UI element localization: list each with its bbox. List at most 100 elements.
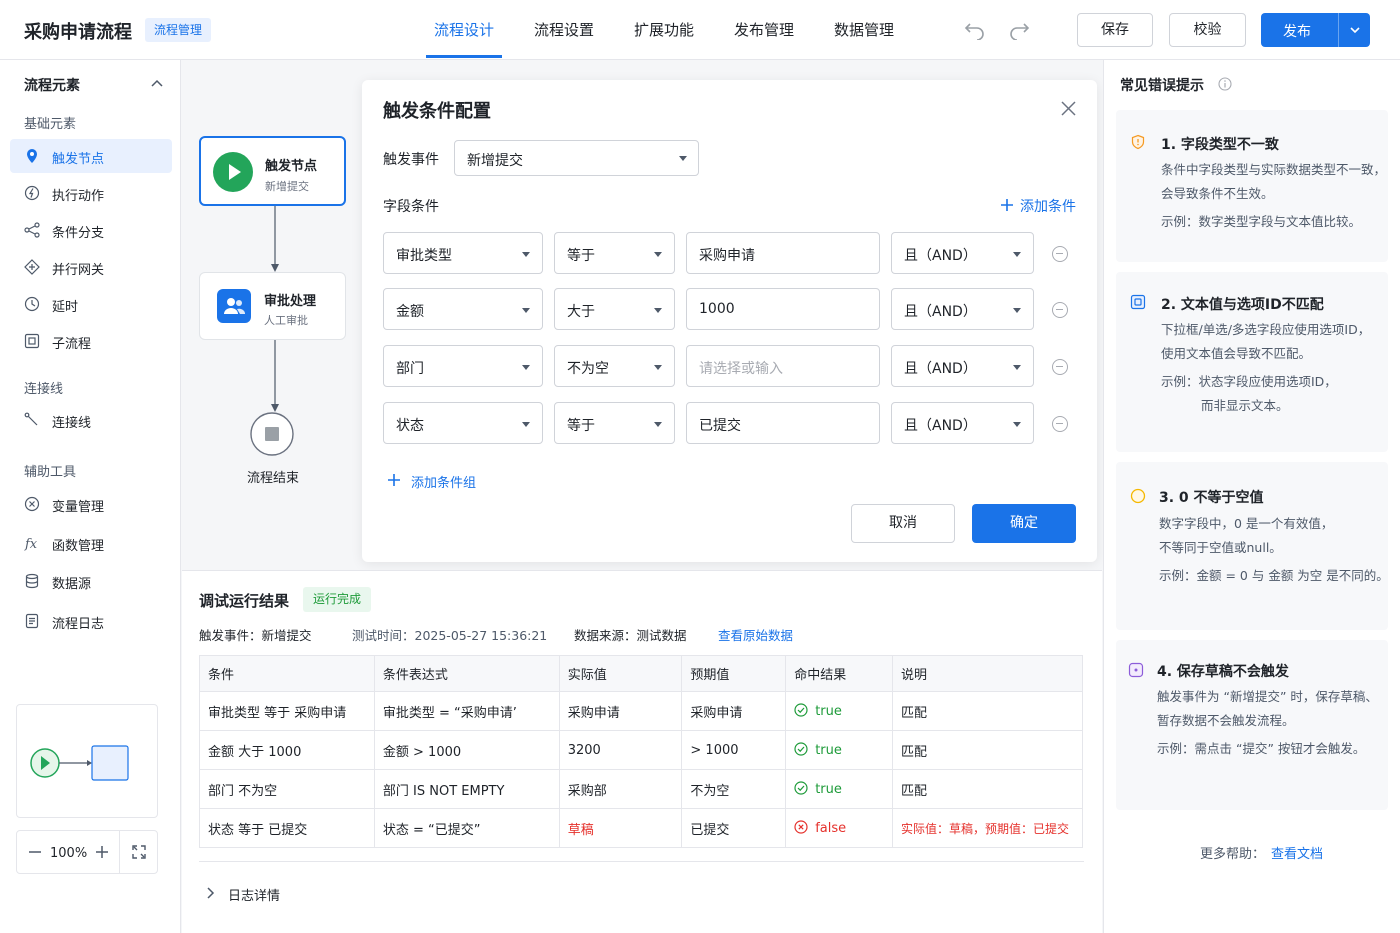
- sidebar-item-parallel-gateway[interactable]: 并行网关: [10, 250, 172, 284]
- cell-actual: 采购部: [558, 769, 683, 809]
- condition-logic-select[interactable]: 且（AND）: [891, 402, 1034, 444]
- sidebar-title: 流程元素: [24, 78, 80, 94]
- sidebar-item-delay[interactable]: 延时: [10, 287, 172, 321]
- module-tag: 流程管理: [145, 18, 212, 42]
- condition-operator-select[interactable]: 不为空: [554, 345, 675, 387]
- trigger-node[interactable]: 触发节点 新增提交: [199, 136, 346, 206]
- redo-icon[interactable]: [1008, 20, 1030, 40]
- caret-down-icon: [1013, 365, 1021, 370]
- condition-field-select[interactable]: 审批类型: [383, 232, 543, 274]
- tip-desc-line: 暂存数据不会触发流程。: [1157, 713, 1295, 728]
- close-icon[interactable]: [1060, 100, 1077, 117]
- tip-desc-line: 使用文本值会导致不匹配。: [1161, 346, 1312, 361]
- chevron-up-icon[interactable]: [150, 78, 164, 90]
- info-icon[interactable]: [1218, 77, 1232, 91]
- sidebar-item-label: 执行动作: [52, 189, 105, 204]
- branch-icon: [24, 222, 40, 238]
- sidebar-item-condition-branch[interactable]: 条件分支: [10, 213, 172, 247]
- confirm-button[interactable]: 确定: [972, 504, 1076, 543]
- field-value: 状态: [396, 418, 424, 434]
- condition-field-select[interactable]: 状态: [383, 402, 543, 444]
- top-header: 采购申请流程 流程管理 流程设计 流程设置 扩展功能 发布管理 数据管理 保存 …: [0, 0, 1400, 60]
- condition-value-input[interactable]: 已提交: [686, 402, 880, 444]
- caret-down-icon: [1013, 422, 1021, 427]
- zoom-in-icon[interactable]: [94, 844, 110, 860]
- sidebar-item-flow-log[interactable]: 流程日志: [10, 604, 172, 638]
- view-docs-link[interactable]: 查看文档: [1271, 843, 1323, 862]
- error-tip-card: 2. 文本值与选项ID不匹配 下拉框/单选/多选字段应使用选项ID， 使用文本值会…: [1116, 272, 1388, 452]
- tab-extensions[interactable]: 扩展功能: [626, 0, 702, 60]
- sidebar-item-functions[interactable]: fx 函数管理: [10, 526, 172, 560]
- caret-down-icon: [679, 156, 687, 161]
- sidebar-item-trigger-node[interactable]: 触发节点: [10, 139, 172, 173]
- trigger-event-select[interactable]: 新增提交: [454, 140, 699, 176]
- table-row: 部门 不为空 部门 IS NOT EMPTY 采购部 不为空 true 匹配: [199, 769, 1084, 809]
- fullscreen-icon[interactable]: [131, 844, 147, 860]
- table-row: 状态 等于 已提交 状态 = “已提交” 草稿 已提交 false 实际值：草稿…: [199, 808, 1084, 848]
- check-circle-icon: [794, 781, 808, 795]
- column-header: 预期值: [681, 655, 787, 692]
- sidebar-item-datasource[interactable]: 数据源: [10, 564, 172, 598]
- lightning-circle-icon: [24, 185, 40, 201]
- condition-logic-select[interactable]: 且（AND）: [891, 232, 1034, 274]
- sidebar-item-variables[interactable]: 变量管理: [10, 487, 172, 521]
- condition-value-input[interactable]: 采购申请: [686, 232, 880, 274]
- zoom-out-icon[interactable]: [27, 844, 43, 860]
- tip-example: 示例：需点击 “提交” 按钮才会触发。: [1157, 741, 1366, 756]
- condition-field-select[interactable]: 部门: [383, 345, 543, 387]
- condition-value-input[interactable]: 1000: [686, 288, 880, 330]
- condition-field-select[interactable]: 金额: [383, 288, 543, 330]
- tip-title: 1. 字段类型不一致: [1161, 137, 1279, 153]
- remove-condition-icon[interactable]: [1052, 416, 1068, 432]
- caret-down-icon: [1013, 252, 1021, 257]
- plus-icon: [387, 473, 401, 487]
- cancel-button[interactable]: 取消: [851, 504, 955, 543]
- publish-button[interactable]: 发布: [1261, 13, 1370, 47]
- save-button[interactable]: 保存: [1077, 13, 1153, 47]
- sidebar-item-label: 并行网关: [52, 263, 105, 278]
- tip-desc-line: 数字字段中，0 是一个有效值，: [1159, 516, 1334, 531]
- minimap[interactable]: [16, 704, 158, 818]
- cell-condition: 状态 等于 已提交: [199, 808, 375, 848]
- input-value: 采购申请: [699, 248, 755, 264]
- caret-down-icon: [522, 422, 530, 427]
- sidebar-item-connector-line[interactable]: 连接线: [10, 403, 172, 437]
- sidebar-item-subprocess[interactable]: 子流程: [10, 324, 172, 358]
- plus-icon: [1000, 198, 1014, 212]
- tip-description: 数字字段中，0 是一个有效值， 不等同于空值或null。: [1159, 512, 1333, 560]
- log-details-label: 日志详情: [228, 889, 281, 904]
- hit-value: true: [815, 704, 842, 719]
- condition-operator-select[interactable]: 等于: [554, 402, 675, 444]
- chevron-down-icon[interactable]: [1349, 24, 1361, 36]
- caret-down-icon: [654, 365, 662, 370]
- condition-operator-select[interactable]: 大于: [554, 288, 675, 330]
- end-node[interactable]: [250, 412, 294, 456]
- status-badge: 运行完成: [303, 587, 372, 612]
- tab-data-management[interactable]: 数据管理: [826, 0, 902, 60]
- tip-desc-line: 下拉框/单选/多选字段应使用选项ID，: [1161, 322, 1371, 337]
- trigger-node-title: 触发节点: [265, 159, 318, 174]
- tip-desc-line: 不等同于空值或null。: [1159, 540, 1282, 555]
- condition-logic-select[interactable]: 且（AND）: [891, 288, 1034, 330]
- remove-condition-icon[interactable]: [1052, 246, 1068, 262]
- tab-publish-management[interactable]: 发布管理: [726, 0, 802, 60]
- approval-node-title: 审批处理: [264, 294, 317, 309]
- condition-value-input[interactable]: 请选择或输入: [686, 345, 880, 387]
- sidebar-item-action[interactable]: 执行动作: [10, 176, 172, 210]
- remove-condition-icon[interactable]: [1052, 359, 1068, 375]
- condition-logic-select[interactable]: 且（AND）: [891, 345, 1034, 387]
- view-raw-data-link[interactable]: 查看原始数据: [718, 625, 793, 644]
- validate-button[interactable]: 校验: [1169, 13, 1246, 47]
- operator-value: 等于: [567, 248, 595, 264]
- remove-condition-icon[interactable]: [1052, 302, 1068, 318]
- zoom-controls: 100%: [16, 830, 158, 874]
- condition-operator-select[interactable]: 等于: [554, 232, 675, 274]
- approval-node[interactable]: 审批处理 人工审批: [199, 272, 346, 340]
- debug-time: 测试时间：2025-05-27 15:36:21: [352, 628, 548, 643]
- tab-flow-settings[interactable]: 流程设置: [526, 0, 602, 60]
- undo-icon[interactable]: [964, 20, 986, 40]
- caret-down-icon: [522, 252, 530, 257]
- sidebar-item-label: 变量管理: [52, 500, 105, 515]
- trigger-event-label: 触发事件: [383, 152, 439, 168]
- tab-flow-design[interactable]: 流程设计: [426, 0, 502, 60]
